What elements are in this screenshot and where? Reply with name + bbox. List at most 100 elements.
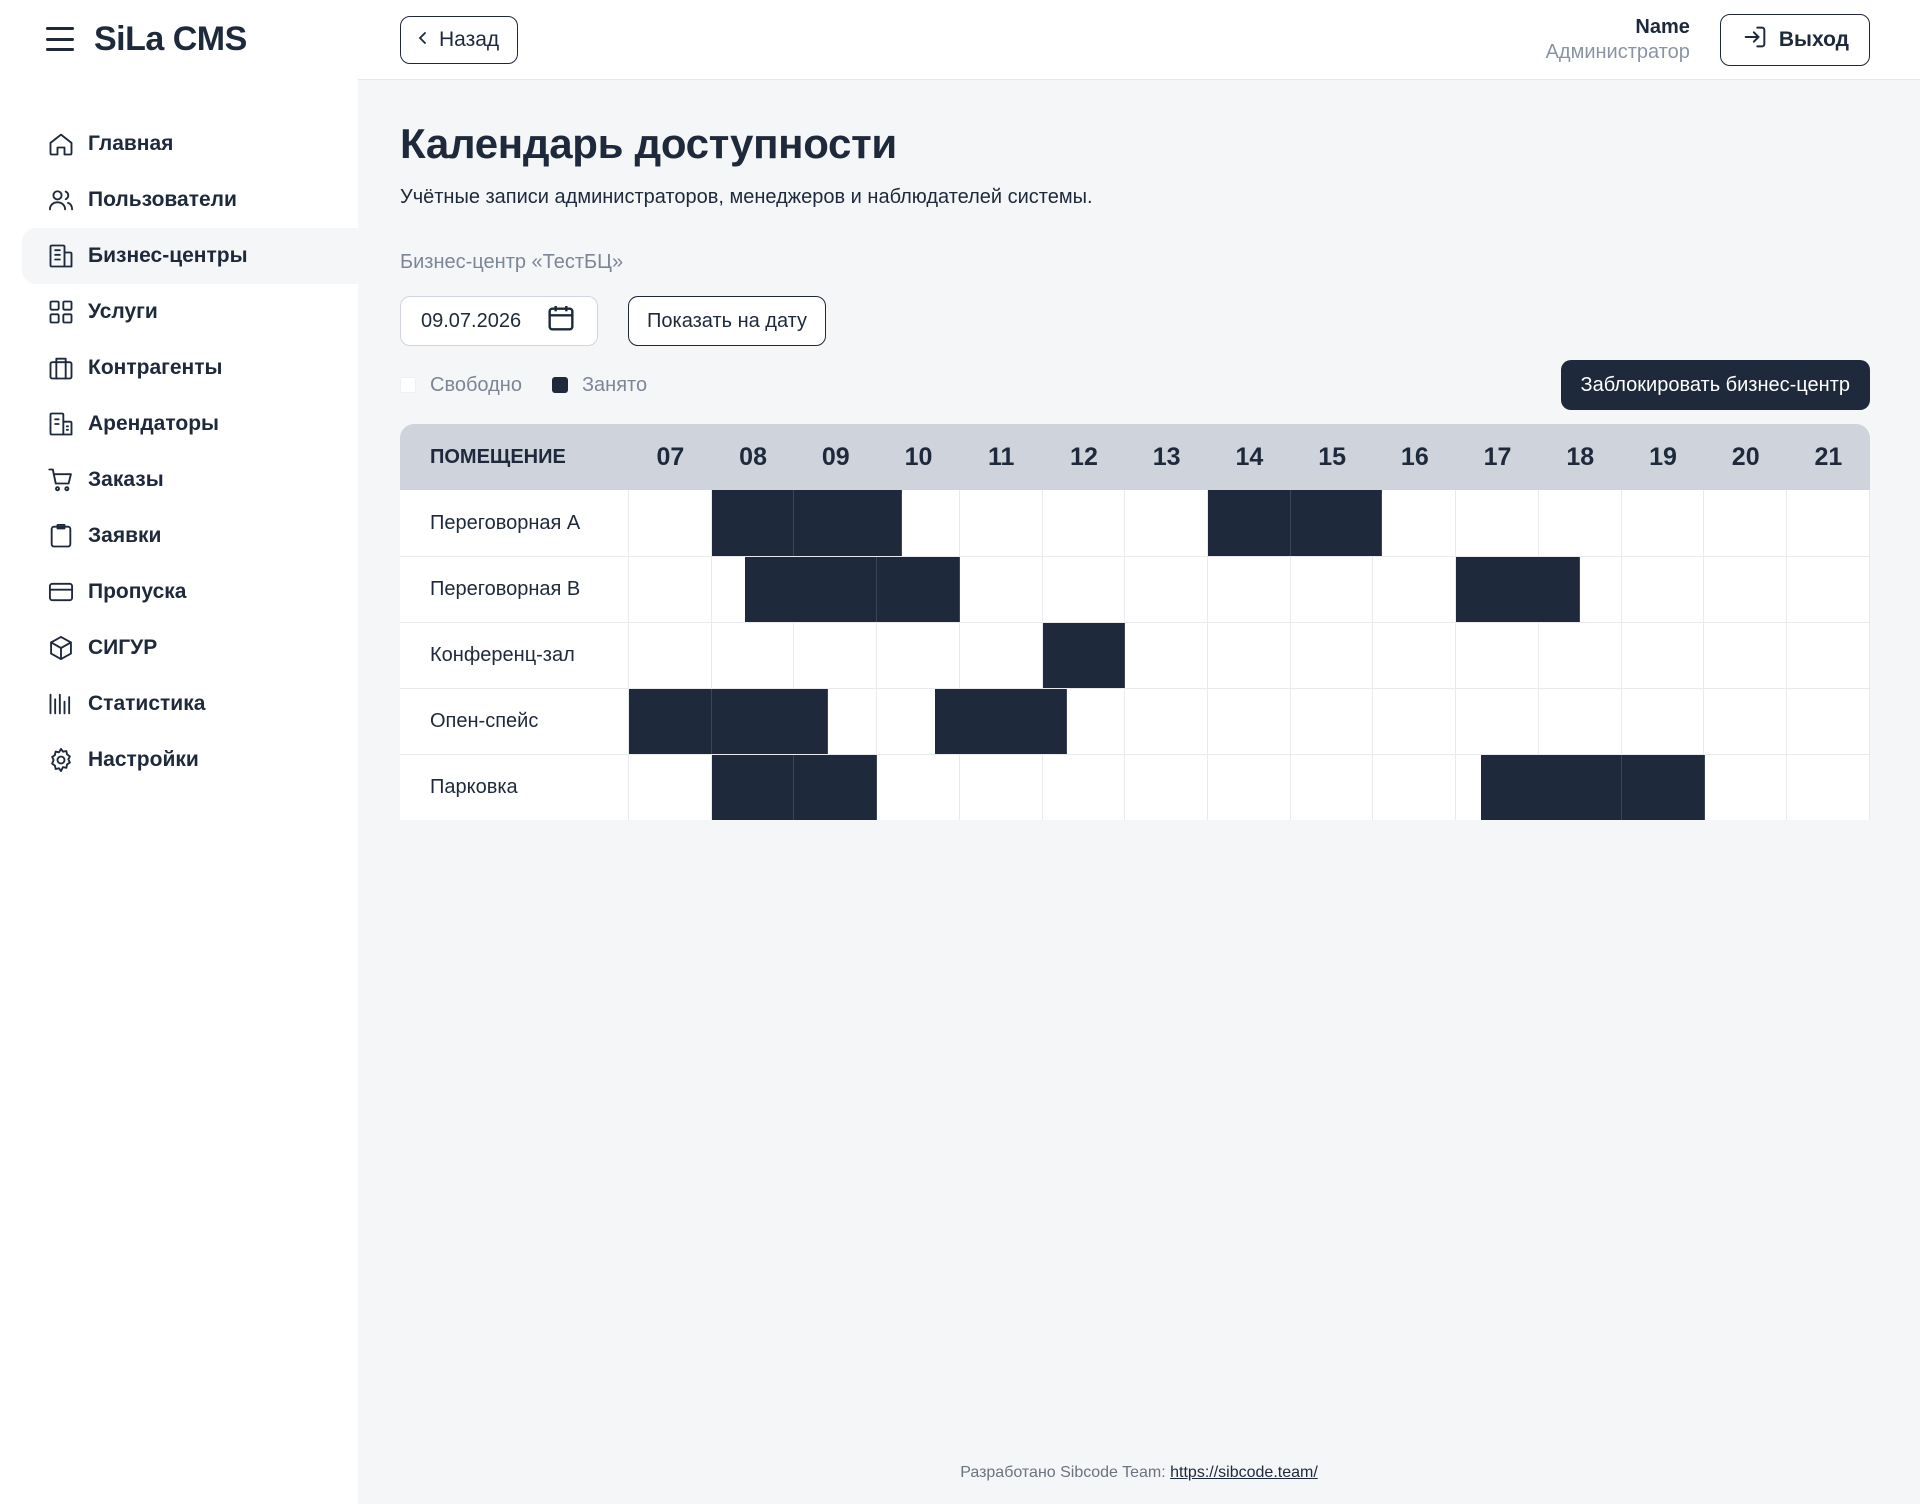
logout-button-label: Выход bbox=[1778, 27, 1849, 51]
back-button[interactable]: Назад bbox=[400, 15, 519, 64]
main-area: Назад Name Администратор Выход Календарь… bbox=[358, 0, 1920, 1504]
legend-free: Свободно bbox=[400, 374, 522, 397]
hour-header: 10 bbox=[904, 442, 933, 471]
legend-free-label: Свободно bbox=[430, 373, 522, 396]
free-swatch bbox=[400, 377, 416, 393]
app-title: SiLa CMS bbox=[94, 19, 247, 58]
room-name: Переговорная A bbox=[400, 490, 629, 556]
cart-icon bbox=[46, 465, 76, 495]
calendar-row: Переговорная B bbox=[400, 556, 1870, 622]
clipboard-icon bbox=[46, 521, 76, 551]
hour-header: 20 bbox=[1731, 442, 1760, 471]
sidebar-item-orders[interactable]: Заказы bbox=[22, 452, 358, 508]
sidebar-item-passes[interactable]: Пропуска bbox=[22, 564, 358, 620]
sidebar-item-contractors[interactable]: Контрагенты bbox=[22, 340, 358, 396]
busy-slot[interactable] bbox=[794, 755, 878, 820]
sidebar-item-label: Статистика bbox=[88, 692, 206, 715]
logout-button[interactable]: Выход bbox=[1719, 13, 1870, 66]
sidebar-item-users[interactable]: Пользователи bbox=[22, 172, 358, 228]
busy-slot[interactable] bbox=[794, 490, 902, 556]
hour-header: 08 bbox=[739, 442, 767, 471]
card-icon bbox=[46, 577, 76, 607]
sidebar-item-tenants[interactable]: Арендаторы bbox=[22, 396, 358, 452]
footer-text: Разработано Sibcode Team: bbox=[960, 1464, 1166, 1481]
hamburger-menu-icon[interactable] bbox=[46, 27, 74, 51]
legend-row: Свободно Занято Заблокировать бизнес-цен… bbox=[400, 360, 1870, 410]
sidebar-item-requests[interactable]: Заявки bbox=[22, 508, 358, 564]
room-name: Парковка bbox=[400, 755, 629, 820]
home-icon bbox=[46, 129, 76, 159]
chevron-left-icon bbox=[417, 28, 429, 52]
hour-header: 14 bbox=[1235, 442, 1264, 471]
room-name: Опен-спейс bbox=[400, 689, 629, 754]
hour-header: 16 bbox=[1400, 442, 1429, 471]
business-center-label: Бизнес-центр «ТестБЦ» bbox=[400, 251, 624, 273]
user-info: Name Администратор bbox=[1546, 16, 1690, 64]
hour-header: 13 bbox=[1152, 442, 1181, 471]
calendar-header: ПОМЕЩЕНИЕ 07 08 09 10 11 12 13 14 15 16 17 18 19 20 21 bbox=[400, 424, 1870, 490]
date-controls: 09.07.2026 Показать на дату bbox=[400, 296, 1870, 346]
legend-busy: Занято bbox=[551, 373, 648, 397]
busy-slot[interactable] bbox=[711, 490, 795, 556]
sidebar-item-home[interactable]: Главная bbox=[22, 116, 358, 172]
calendar-icon[interactable] bbox=[545, 302, 577, 340]
hour-header: 21 bbox=[1814, 442, 1843, 471]
calendar-body: Переговорная A Переговорная B Конференц-за… bbox=[400, 490, 1870, 820]
sidebar-item-sigur[interactable]: СИГУР bbox=[22, 620, 358, 676]
logout-icon bbox=[1741, 23, 1769, 57]
room-name: Конференц-зал bbox=[400, 623, 629, 688]
busy-slot[interactable] bbox=[629, 689, 712, 754]
busy-slot[interactable] bbox=[744, 557, 878, 622]
sidebar-item-settings[interactable]: Настройки bbox=[22, 732, 358, 788]
hour-header: 17 bbox=[1483, 442, 1512, 471]
hour-header: 11 bbox=[988, 442, 1015, 471]
office-icon bbox=[46, 409, 76, 439]
gear-icon bbox=[46, 745, 76, 775]
busy-slot[interactable] bbox=[877, 557, 960, 622]
hour-header: 09 bbox=[821, 442, 850, 471]
sidebar-item-label: Пользователи bbox=[88, 188, 237, 211]
user-name: Name bbox=[1635, 15, 1690, 38]
sidebar-item-business-centers[interactable]: Бизнес-центры bbox=[22, 228, 358, 284]
calendar-row: Парковка bbox=[400, 754, 1870, 820]
hour-header: 15 bbox=[1318, 442, 1347, 471]
user-area: Name Администратор Выход bbox=[1546, 13, 1870, 66]
sidebar-item-label: СИГУР bbox=[88, 636, 158, 659]
busy-slot[interactable] bbox=[1208, 490, 1291, 556]
sidebar-item-label: Заказы bbox=[88, 468, 164, 491]
footer-link[interactable]: https://sibcode.team/ bbox=[1170, 1464, 1318, 1481]
booking-layer bbox=[629, 623, 1870, 688]
brand: SiLa CMS bbox=[0, 0, 358, 78]
sidebar: SiLa CMS Главная Пользователи Бизнес-центр… bbox=[0, 0, 358, 1504]
busy-slot[interactable] bbox=[1621, 755, 1705, 820]
busy-slot[interactable] bbox=[711, 755, 795, 820]
topbar: Назад Name Администратор Выход bbox=[358, 0, 1920, 80]
room-name: Переговорная B bbox=[400, 557, 629, 622]
back-button-label: Назад bbox=[439, 27, 500, 51]
busy-slot[interactable] bbox=[711, 689, 828, 754]
hour-header: 18 bbox=[1566, 442, 1595, 471]
busy-slot[interactable] bbox=[1042, 623, 1126, 688]
calendar-row: Конференц-зал bbox=[400, 622, 1870, 688]
busy-slot[interactable] bbox=[935, 689, 1068, 754]
legend-busy-label: Занято bbox=[581, 373, 648, 396]
booking-layer bbox=[629, 755, 1870, 820]
busy-slot[interactable] bbox=[1456, 557, 1581, 622]
page-title: Календарь доступности bbox=[400, 120, 897, 167]
sidebar-item-statistics[interactable]: Статистика bbox=[22, 676, 358, 732]
booking-layer bbox=[629, 689, 1870, 754]
sidebar-item-label: Главная bbox=[88, 132, 174, 155]
block-business-center-button[interactable]: Заблокировать бизнес-центр bbox=[1560, 360, 1870, 410]
sidebar-item-label: Настройки bbox=[88, 748, 199, 771]
date-input[interactable]: 09.07.2026 bbox=[400, 296, 598, 346]
show-on-date-button[interactable]: Показать на дату bbox=[628, 296, 827, 346]
sidebar-item-services[interactable]: Услуги bbox=[22, 284, 358, 340]
briefcase-icon bbox=[46, 353, 76, 383]
busy-slot[interactable] bbox=[1481, 755, 1622, 820]
booking-layer bbox=[629, 490, 1870, 556]
calendar-row: Опен-спейс bbox=[400, 688, 1870, 754]
busy-slot[interactable] bbox=[1290, 490, 1382, 556]
page-subtitle: Учётные записи администраторов, менеджер… bbox=[400, 186, 1093, 208]
sidebar-item-label: Контрагенты bbox=[88, 356, 223, 379]
users-icon bbox=[46, 185, 76, 215]
